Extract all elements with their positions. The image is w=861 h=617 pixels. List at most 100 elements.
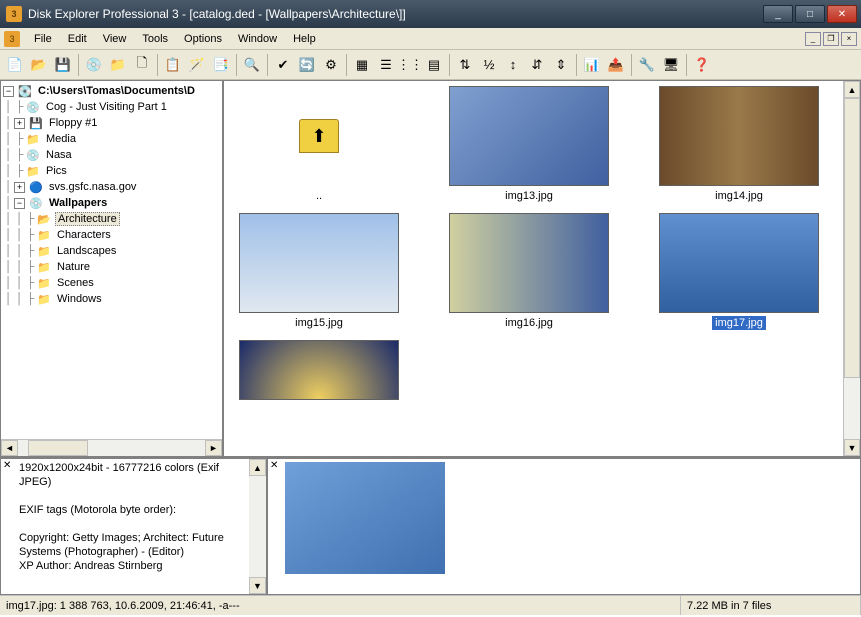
thumbs-vscroll[interactable]: ▲ ▼ [843, 81, 860, 456]
mdi-minimize-button[interactable]: _ [805, 32, 821, 46]
thumb-image[interactable] [449, 213, 609, 313]
menu-options[interactable]: Options [176, 31, 230, 47]
preview-close-button[interactable]: ✕ [268, 459, 282, 594]
info-close-button[interactable]: ✕ [1, 459, 15, 594]
menu-tools[interactable]: Tools [134, 31, 176, 47]
scroll-left-icon[interactable]: ◄ [1, 440, 18, 456]
tree-toggle[interactable]: − [14, 198, 25, 209]
tree-item-label[interactable]: Characters [55, 229, 113, 241]
tb-check[interactable]: ✔ [272, 54, 294, 76]
menu-help[interactable]: Help [285, 31, 324, 47]
tb-sort3[interactable]: ↕ [502, 54, 524, 76]
tb-view4[interactable]: ▤ [423, 54, 445, 76]
scroll-down-icon[interactable]: ▼ [844, 439, 860, 456]
thumb-item[interactable]: img16.jpg [439, 213, 619, 330]
tree-item-label[interactable]: Floppy #1 [47, 117, 99, 129]
tb-refresh[interactable]: 🔄 [296, 54, 318, 76]
tree-item-icon: 📁 [36, 292, 52, 306]
tb-wand[interactable]: 🪄 [186, 54, 208, 76]
tree-item-label[interactable]: Pics [44, 165, 69, 177]
menu-edit[interactable]: Edit [60, 31, 95, 47]
tb-sort4[interactable]: ⇵ [526, 54, 548, 76]
window-controls: _ □ ✕ [763, 5, 857, 23]
preview-panel: ✕ [267, 458, 861, 595]
tb-export[interactable]: 📤 [605, 54, 627, 76]
thumb-item[interactable]: img15.jpg [229, 213, 409, 330]
tb-open[interactable]: 📂 [28, 54, 50, 76]
tb-tool1[interactable]: 🔧 [636, 54, 658, 76]
maximize-button[interactable]: □ [795, 5, 825, 23]
info-vscroll[interactable]: ▲ ▼ [249, 459, 266, 594]
thumb-label: .. [313, 189, 325, 203]
tb-file[interactable]: 🗋 [131, 54, 153, 76]
tb-report[interactable]: 📊 [581, 54, 603, 76]
scroll-thumb[interactable] [28, 440, 88, 456]
menu-file[interactable]: File [26, 31, 60, 47]
tree-panel: −💽C:\Users\Tomas\Documents\D│├💿Cog - Jus… [0, 80, 223, 457]
tb-sort5[interactable]: ⇕ [550, 54, 572, 76]
tree-item-icon: 🔵 [28, 180, 44, 194]
mdi-restore-button[interactable]: ❐ [823, 32, 839, 46]
thumb-image[interactable] [659, 213, 819, 313]
thumb-item[interactable]: img14.jpg [649, 86, 829, 203]
app-icon: 3 [6, 6, 22, 22]
tree-toggle[interactable]: + [14, 118, 25, 129]
tb-doc[interactable]: 📑 [210, 54, 232, 76]
menu-window[interactable]: Window [230, 31, 285, 47]
tree-item-label[interactable]: Nature [55, 261, 92, 273]
tree-item-icon: 💿 [28, 196, 44, 210]
tree-hscroll[interactable]: ◄ ► [1, 439, 222, 456]
tree-item-label[interactable]: Windows [55, 293, 104, 305]
tb-view2[interactable]: ☰ [375, 54, 397, 76]
tb-view1[interactable]: ▦ [351, 54, 373, 76]
tb-new[interactable]: 📄 [4, 54, 26, 76]
tree-item-label[interactable]: Nasa [44, 149, 74, 161]
tb-tool2[interactable]: 🖥 [660, 54, 682, 76]
thumb-item[interactable]: img17.jpg [649, 213, 829, 330]
tree-item-label[interactable]: Cog - Just Visiting Part 1 [44, 101, 169, 113]
tree-toggle[interactable]: − [3, 86, 14, 97]
thumb-image[interactable] [239, 213, 399, 313]
tb-save[interactable]: 💾 [52, 54, 74, 76]
tb-gear[interactable]: ⚙ [320, 54, 342, 76]
tree-item-label[interactable]: Media [44, 133, 78, 145]
up-folder-icon[interactable]: ⬆ [299, 119, 339, 153]
thumb-item[interactable]: img13.jpg [439, 86, 619, 203]
tree-toggle[interactable]: + [14, 182, 25, 193]
tree-item-label[interactable]: Scenes [55, 277, 96, 289]
thumb-item[interactable]: ⬆.. [229, 86, 409, 203]
tb-sort1[interactable]: ⇅ [454, 54, 476, 76]
scroll-up-icon[interactable]: ▲ [249, 459, 266, 476]
titlebar: 3 Disk Explorer Professional 3 - [catalo… [0, 0, 861, 28]
mdi-close-button[interactable]: × [841, 32, 857, 46]
thumb-image[interactable] [449, 86, 609, 186]
thumb-image[interactable] [659, 86, 819, 186]
tree-item-label[interactable]: Landscapes [55, 245, 118, 257]
scroll-up-icon[interactable]: ▲ [844, 81, 860, 98]
tree-item-label[interactable]: Wallpapers [47, 197, 109, 209]
tb-sort2[interactable]: ½ [478, 54, 500, 76]
thumb-item[interactable] [229, 340, 409, 400]
tree-item-label[interactable]: svs.gsfc.nasa.gov [47, 181, 138, 193]
scroll-right-icon[interactable]: ► [205, 440, 222, 456]
tb-search[interactable]: 🔍 [241, 54, 263, 76]
tb-help[interactable]: ❓ [691, 54, 713, 76]
tb-disk[interactable]: 💿 [83, 54, 105, 76]
tb-folder[interactable]: 📁 [107, 54, 129, 76]
scroll-thumb[interactable] [844, 98, 860, 378]
close-button[interactable]: ✕ [827, 5, 857, 23]
tree-item-label[interactable]: Architecture [55, 212, 120, 226]
menu-view[interactable]: View [95, 31, 135, 47]
tree-item-icon: 📂 [36, 212, 52, 226]
tree-root-label[interactable]: C:\Users\Tomas\Documents\D [36, 85, 197, 97]
tree-body[interactable]: −💽C:\Users\Tomas\Documents\D│├💿Cog - Jus… [1, 81, 222, 439]
thumb-image[interactable] [239, 340, 399, 400]
info-panel: ✕ 1920x1200x24bit - 16777216 colors (Exi… [0, 458, 267, 595]
scroll-down-icon[interactable]: ▼ [249, 577, 266, 594]
tree-item-icon: 💿 [25, 100, 41, 114]
window-title: Disk Explorer Professional 3 - [catalog.… [28, 7, 763, 21]
tb-props[interactable]: 📋 [162, 54, 184, 76]
minimize-button[interactable]: _ [763, 5, 793, 23]
tb-view3[interactable]: ⋮⋮ [399, 54, 421, 76]
thumbnails-panel[interactable]: ⬆.. img13.jpg img14.jpg img15.jpg img16.jpg i… [223, 80, 861, 457]
